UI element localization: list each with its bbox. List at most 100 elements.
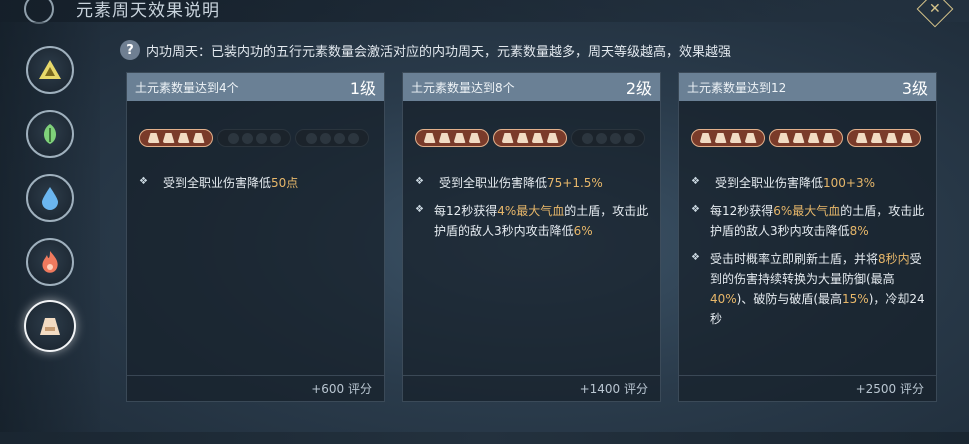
earth-pip-icon [855,133,868,143]
earth-pip-icon [792,133,805,143]
description-text: 内功周天：已装内功的五行元素数量会激活对应的内功周天，元素数量越多，周天等级越高… [146,44,732,60]
level-card: 土元素数量达到4个 1级 ❖ 受到全职业伤害降低50点 +600 评分 [126,72,385,402]
earth-badge-active [493,129,567,147]
effect-text: 受击时概率立即刷新土盾，并将8秒内受到的伤害持续转换为大量防御(最高40%)、破… [709,252,925,326]
effects-list: ❖ 受到全职业伤害降低100+3% ❖ 每12秒获得6%最大气血的土盾，攻击此护盾的敌… [691,173,926,337]
earth-pip-icon [501,133,514,143]
effect-item: ❖ 受到全职业伤害降低50点 [139,173,374,193]
earth-pip-icon [319,132,331,144]
earth-pip-icon [531,133,544,143]
card-header: 土元素数量达到4个 1级 [127,73,384,101]
close-button[interactable]: ✕ [916,0,954,28]
earth-pip-icon [162,133,175,143]
effect-item: ❖ 每12秒获得6%最大气血的土盾，攻击此护盾的敌人3秒内攻击降低8% [691,201,926,241]
earth-badge-inactive [295,129,369,147]
effect-item: ❖ 受击时概率立即刷新土盾，并将8秒内受到的伤害持续转换为大量防御(最高40%)、… [691,249,926,329]
card-level: 3级 [901,79,928,98]
earth-pip-icon [305,132,317,144]
earth-pip-icon [729,133,742,143]
earth-pip-icon [623,132,635,144]
earth-pip-icon [870,133,883,143]
earth-pip-icon [885,133,898,143]
earth-pip-icon [453,133,466,143]
effect-text: 受到全职业伤害降低50点 [163,176,299,190]
earth-pip-icon [714,133,727,143]
earth-badge-active [415,129,489,147]
earth-pip-icon [438,133,451,143]
earth-pip-icon [699,133,712,143]
element-earth-button[interactable] [24,300,76,352]
effect-text: 受到全职业伤害降低100+3% [715,176,876,190]
card-header: 土元素数量达到8个 2级 [403,73,660,101]
element-fire-button[interactable] [26,238,74,286]
earth-pip-icon [423,133,436,143]
element-metal-button[interactable] [26,46,74,94]
water-drop-icon [42,187,58,210]
card-condition: 土元素数量达到4个 [135,80,239,95]
earth-trapezoid-icon [40,318,60,335]
bullet-diamond-icon: ❖ [691,252,700,263]
earth-pip-icon [516,133,529,143]
card-header: 土元素数量达到12 3级 [679,73,936,101]
card-level: 2级 [625,79,652,98]
metal-triangle-icon [39,60,61,79]
bullet-diamond-icon: ❖ [415,204,424,215]
bottom-strip [0,432,969,444]
element-sidebar [0,22,100,444]
earth-pip-icon [468,133,481,143]
effects-list: ❖ 受到全职业伤害降低75+1.5% ❖ 每12秒获得4%最大气血的土盾，攻击此护盾的… [415,173,650,249]
element-water-button[interactable] [26,174,74,222]
earth-badge-active [847,129,921,147]
earth-pip-icon [609,132,621,144]
earth-badge-active [691,129,765,147]
wood-leaf-icon [43,124,57,144]
earth-pip-icon [147,133,160,143]
window-title: 元素周天效果说明 [76,1,220,21]
element-count-badges [415,129,645,147]
bullet-diamond-icon: ❖ [415,176,424,187]
effect-item: ❖ 受到全职业伤害降低100+3% [691,173,926,193]
card-score: +2500 评分 [679,375,936,401]
earth-pip-icon [595,132,607,144]
element-wood-button[interactable] [26,110,74,158]
card-score: +600 评分 [127,375,384,401]
bullet-diamond-icon: ❖ [691,204,700,215]
effects-list: ❖ 受到全职业伤害降低50点 [139,173,374,201]
earth-pip-icon [177,133,190,143]
level-card: 土元素数量达到8个 2级 ❖ 受到全职业伤害降低75+1.5% ❖ 每12秒获得4%最大气… [402,72,661,402]
earth-badge-inactive [217,129,291,147]
earth-badge-active [769,129,843,147]
effect-item: ❖ 受到全职业伤害降低75+1.5% [415,173,650,193]
card-condition: 土元素数量达到12 [687,80,787,95]
earth-pip-icon [822,133,835,143]
bullet-diamond-icon: ❖ [139,176,148,187]
earth-pip-icon [241,132,253,144]
card-score: +1400 评分 [403,375,660,401]
card-condition: 土元素数量达到8个 [411,80,515,95]
effect-text: 每12秒获得6%最大气血的土盾，攻击此护盾的敌人3秒内攻击降低8% [709,204,925,238]
earth-pip-icon [900,133,913,143]
earth-pip-icon [581,132,593,144]
earth-pip-icon [807,133,820,143]
title-bar: 元素周天效果说明 ✕ [0,0,969,28]
effect-item: ❖ 每12秒获得4%最大气血的土盾，攻击此护盾的敌人3秒内攻击降低6% [415,201,650,241]
earth-pip-icon [347,132,359,144]
element-count-badges [139,129,369,147]
card-level: 1级 [349,79,376,98]
earth-badge-inactive [571,129,645,147]
earth-badge-active [139,129,213,147]
earth-pip-icon [269,132,281,144]
earth-pip-icon [777,133,790,143]
earth-pip-icon [192,133,205,143]
bullet-diamond-icon: ❖ [691,176,700,187]
earth-pip-icon [255,132,267,144]
earth-pip-icon [546,133,559,143]
level-card: 土元素数量达到12 3级 ❖ 受到全职业伤害降低100+3% ❖ 每12秒获得6%最大气血… [678,72,937,402]
close-icon: ✕ [929,0,941,17]
earth-pip-icon [227,132,239,144]
earth-pip-icon [333,132,345,144]
effect-text: 受到全职业伤害降低75+1.5% [439,176,603,190]
help-question-icon[interactable]: ? [120,40,140,60]
fire-flame-icon [42,251,58,273]
description-row: ? 内功周天：已装内功的五行元素数量会激活对应的内功周天，元素数量越多，周天等级… [120,38,731,62]
